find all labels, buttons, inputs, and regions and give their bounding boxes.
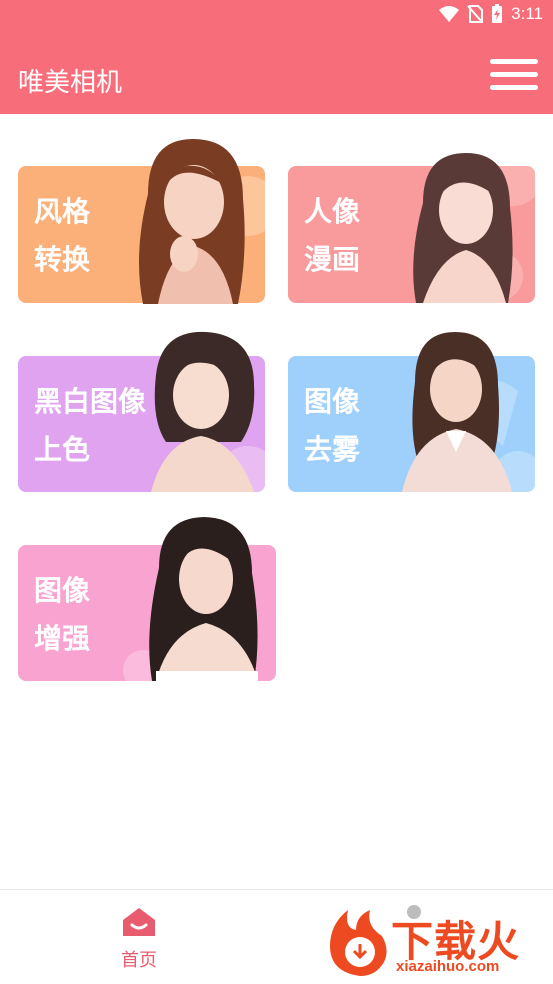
card-dehaze[interactable]: 图像 去雾 [288, 332, 535, 492]
wifi-icon [439, 6, 460, 22]
portrait-image [139, 139, 245, 304]
app-title: 唯美相机 [18, 68, 123, 98]
app-bar: 唯美相机 [0, 30, 553, 114]
nav-home-label: 首页 [121, 950, 157, 971]
portrait-image [151, 331, 255, 492]
home-icon [123, 908, 155, 936]
card-label: 人像 漫画 [304, 195, 361, 276]
status-bar: 3:11 [0, 0, 553, 30]
watermark-logo: 下载火 xiazaihuo.com [326, 906, 548, 980]
card-label: 图像 去雾 [304, 385, 361, 466]
battery-charging-icon [492, 4, 503, 23]
card-colorize[interactable]: 黑白图像 上色 [18, 331, 265, 492]
card-label: 风格 转换 [34, 195, 91, 276]
portrait-image [413, 153, 513, 303]
card-label: 黑白图像 上色 [34, 385, 147, 466]
card-style-transfer[interactable]: 风格 转换 [18, 139, 265, 304]
no-sim-icon [467, 5, 484, 23]
hamburger-menu-icon[interactable] [490, 55, 538, 95]
nav-home[interactable]: 首页 [105, 906, 173, 971]
portrait-image [149, 517, 258, 681]
card-portrait-comic[interactable]: 人像 漫画 [288, 153, 535, 303]
card-label: 图像 增强 [34, 574, 91, 655]
portrait-image [402, 332, 512, 492]
card-enhance[interactable]: 图像 增强 [18, 517, 276, 681]
status-time: 3:11 [511, 4, 543, 23]
